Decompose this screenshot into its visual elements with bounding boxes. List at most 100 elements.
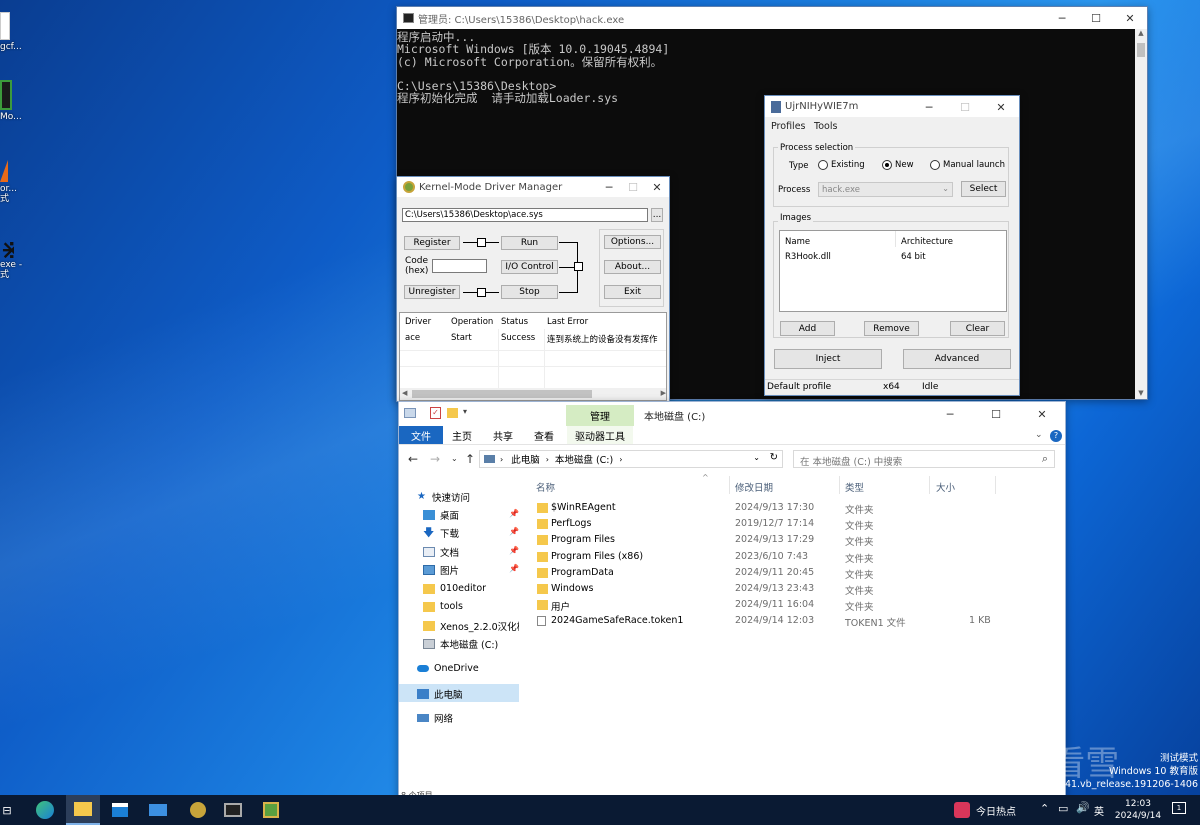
radio-existing[interactable]: Existing [818, 160, 865, 170]
tab-view[interactable]: 查看 [525, 426, 563, 444]
inject-button[interactable]: Inject [774, 349, 882, 369]
minimize-icon[interactable]: ─ [1045, 7, 1079, 29]
maximize-icon[interactable]: ☐ [621, 177, 645, 197]
file-explorer-window[interactable]: ✓ ▾ 管理 本地磁盘 (C:) ─ ☐ ✕ 文件 主页 共享 查看 驱动器工具… [398, 401, 1066, 801]
maximize-icon[interactable]: ☐ [947, 96, 983, 118]
driver-manager-taskbar-icon[interactable] [185, 798, 211, 822]
column-header[interactable]: Operation [451, 317, 493, 327]
breadcrumb-item[interactable]: 此电脑 [511, 452, 540, 466]
search-input[interactable]: 在 本地磁盘 (C:) 中搜索 ⌕ [793, 450, 1055, 468]
input-language[interactable]: 英 [1094, 803, 1104, 818]
tab-share[interactable]: 共享 [483, 426, 523, 444]
explorer-titlebar[interactable]: ✓ ▾ 管理 本地磁盘 (C:) ─ ☐ ✕ [399, 402, 1065, 426]
exit-button[interactable]: Exit [604, 285, 661, 299]
clear-button[interactable]: Clear [950, 321, 1005, 336]
folder-icon[interactable] [447, 408, 458, 418]
desktop-icon-3[interactable]: or... 式 [0, 160, 24, 204]
injector-taskbar-icon[interactable] [258, 798, 284, 822]
column-header[interactable]: Status [501, 317, 528, 327]
advanced-button[interactable]: Advanced [903, 349, 1011, 369]
browse-button[interactable]: ... [651, 208, 663, 222]
clock[interactable]: 12:03 2024/9/14 [1112, 798, 1164, 822]
cmd-taskbar-icon[interactable] [220, 798, 246, 822]
column-header[interactable]: Architecture [901, 237, 953, 247]
about-button[interactable]: About... [604, 260, 661, 274]
scroll-up-icon[interactable]: ▲ [1135, 29, 1147, 37]
file-explorer-taskbar-icon[interactable] [66, 795, 100, 825]
chevron-down-icon[interactable]: ⌄ [1035, 430, 1043, 440]
column-header[interactable]: Last Error [547, 317, 588, 327]
file-row[interactable]: 用户 2024/9/11 16:04 文件夹 [535, 597, 1057, 613]
nav-documents[interactable]: 文档 [423, 543, 543, 560]
store-icon[interactable] [107, 798, 133, 822]
close-icon[interactable]: ✕ [645, 177, 669, 197]
file-row[interactable]: Windows 2024/9/13 23:43 文件夹 [535, 581, 1057, 597]
scroll-thumb[interactable] [1137, 43, 1145, 57]
scroll-right-icon[interactable]: ▶ [661, 389, 666, 397]
table-row[interactable]: R3Hook.dll 64 bit [780, 250, 1006, 264]
nav-folder-010editor[interactable]: 010editor [423, 580, 543, 597]
column-header-type[interactable]: 类型 [845, 480, 864, 494]
forward-icon[interactable]: → [430, 452, 440, 466]
injector-window[interactable]: UjrNIHyWIE7m ─ ☐ ✕ Profiles Tools Proces… [764, 95, 1020, 396]
nav-local-disk[interactable]: 本地磁盘 (C:) [423, 635, 543, 652]
register-button[interactable]: Register [404, 236, 460, 250]
nav-quick-access[interactable]: ★ 快速访问 [417, 488, 537, 505]
minimize-icon[interactable]: ─ [911, 96, 947, 118]
io-control-button[interactable]: I/O Control [501, 260, 558, 274]
options-button[interactable]: Options... [604, 235, 661, 249]
nav-onedrive[interactable]: OneDrive [417, 660, 537, 677]
tray-chevron-up-icon[interactable]: ⌃ [1040, 802, 1049, 815]
desktop-icon-1[interactable]: gcf... [0, 12, 24, 52]
minimize-icon[interactable]: ─ [597, 177, 621, 197]
task-view-icon[interactable]: ⊟ [0, 798, 14, 822]
maximize-icon[interactable]: ☐ [1079, 7, 1113, 29]
stop-button[interactable]: Stop [501, 285, 558, 299]
close-icon[interactable]: ✕ [1113, 7, 1147, 29]
minimize-icon[interactable]: ─ [927, 402, 973, 426]
refresh-icon[interactable]: ↻ [770, 452, 778, 463]
desktop-icon-2[interactable]: Mo... [0, 80, 24, 122]
column-header-size[interactable]: 大小 [936, 480, 955, 494]
menu-tools[interactable]: Tools [814, 121, 837, 132]
file-row[interactable]: $WinREAgent 2024/9/13 17:30 文件夹 [535, 500, 1057, 516]
horizontal-scrollbar[interactable]: ◀ ▶ [400, 388, 666, 400]
volume-icon[interactable]: 🔊 [1076, 801, 1090, 814]
manage-tab[interactable]: 管理 [566, 405, 634, 426]
nav-pictures[interactable]: 图片 [423, 561, 543, 578]
tab-drive-tools[interactable]: 驱动器工具 [567, 426, 633, 444]
tab-home[interactable]: 主页 [443, 426, 481, 444]
nav-this-pc[interactable]: 此电脑 [417, 685, 537, 702]
column-header[interactable]: Name [785, 237, 810, 247]
close-icon[interactable]: ✕ [983, 96, 1019, 118]
hot-news-widget[interactable]: 今日热点 [954, 802, 1016, 818]
edge-icon[interactable] [32, 798, 58, 822]
code-input[interactable] [432, 259, 487, 273]
desktop-icon-4[interactable]: ⋇ exe - 式 [0, 236, 24, 280]
scroll-thumb[interactable] [412, 390, 592, 398]
close-icon[interactable]: ✕ [1019, 402, 1065, 426]
unregister-button[interactable]: Unregister [404, 285, 460, 299]
run-button[interactable]: Run [501, 236, 558, 250]
file-row[interactable]: ProgramData 2024/9/11 20:45 文件夹 [535, 565, 1057, 581]
mail-icon[interactable] [145, 798, 171, 822]
nav-downloads[interactable]: 🡇 下载 [423, 524, 543, 541]
cmd-titlebar[interactable]: 管理员: C:\Users\15386\Desktop\hack.exe ─ ☐… [397, 7, 1147, 29]
images-list[interactable]: Name Architecture R3Hook.dll 64 bit [779, 230, 1007, 312]
column-header-name[interactable]: 名称 [536, 480, 555, 494]
file-row[interactable]: PerfLogs 2019/12/7 17:14 文件夹 [535, 516, 1057, 532]
nav-network[interactable]: 网络 [417, 709, 537, 726]
table-row[interactable]: ace Start Success 连到系统上的设备没有发挥作 [400, 331, 666, 345]
notification-center-icon[interactable]: 1 [1172, 802, 1186, 814]
file-row[interactable]: 2024GameSafeRace.token1 2024/9/14 12:03 TO… [535, 613, 1057, 629]
driver-path-input[interactable]: C:\Users\15386\Desktop\ace.sys [402, 208, 648, 222]
driver-log-table[interactable]: Driver Operation Status Last Error ace S… [399, 312, 667, 401]
nav-folder-tools[interactable]: tools [423, 598, 543, 615]
injector-titlebar[interactable]: UjrNIHyWIE7m ─ ☐ ✕ [765, 96, 1019, 117]
menu-profiles[interactable]: Profiles [771, 121, 806, 132]
radio-new[interactable]: New [882, 160, 914, 170]
cmd-scrollbar[interactable]: ▲ ▼ [1135, 29, 1147, 399]
chevron-down-icon[interactable]: ⌄ [753, 453, 760, 462]
up-icon[interactable]: ↑ [465, 452, 475, 466]
column-header[interactable]: Driver [405, 317, 431, 327]
